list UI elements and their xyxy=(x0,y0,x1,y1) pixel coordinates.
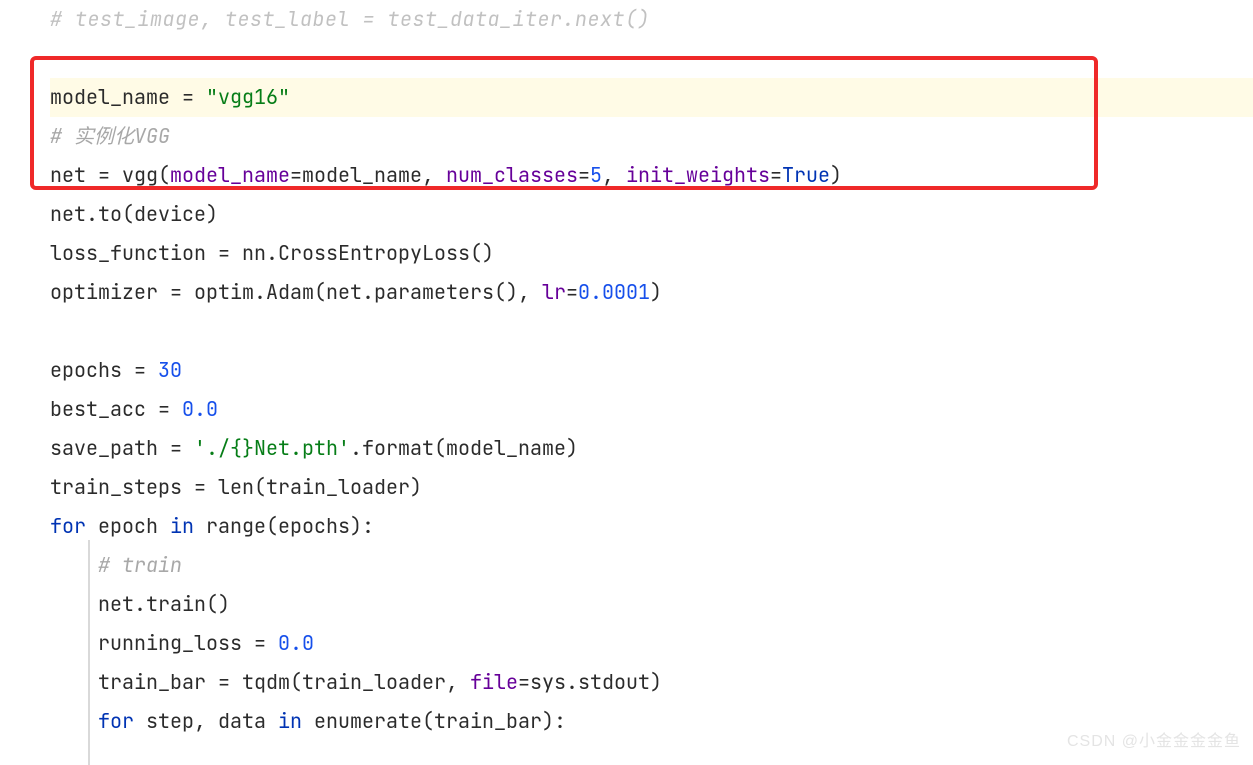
code-text: ) xyxy=(830,162,842,188)
blank-line xyxy=(50,312,1253,351)
code-line-model-name: model_name = "vgg16" xyxy=(50,78,1253,117)
code-text: ) xyxy=(650,279,662,305)
param-name: num_classes xyxy=(446,162,578,188)
code-text: range(epochs): xyxy=(194,513,374,539)
code-text: model_name = xyxy=(50,84,206,110)
code-text: best_acc = xyxy=(50,396,182,422)
code-text: , xyxy=(602,162,626,188)
code-line-net-train: net.train() xyxy=(50,585,1253,624)
blank-line xyxy=(50,39,1253,78)
string-literal: "vgg16" xyxy=(206,84,290,110)
code-block: # test_image, test_label = test_data_ite… xyxy=(0,0,1253,741)
number-literal: 5 xyxy=(590,162,602,188)
number-literal: 0.0 xyxy=(278,630,314,656)
number-literal: 30 xyxy=(158,357,182,383)
code-text: = xyxy=(566,279,578,305)
keyword: in xyxy=(170,513,194,539)
code-line-trainbar: train_bar = tqdm(train_loader, file=sys.… xyxy=(50,663,1253,702)
param-name: file xyxy=(470,669,518,695)
keyword: in xyxy=(278,708,302,734)
code-line-epochs: epochs = 30 xyxy=(50,351,1253,390)
string-literal: './{}Net.pth' xyxy=(194,435,350,461)
code-line-trainsteps: train_steps = len(train_loader) xyxy=(50,468,1253,507)
code-line-net-to: net.to(device) xyxy=(50,195,1253,234)
code-line-optimizer: optimizer = optim.Adam(net.parameters(),… xyxy=(50,273,1253,312)
code-text: train_bar = tqdm(train_loader, xyxy=(50,669,470,695)
code-text: =sys.stdout) xyxy=(518,669,662,695)
code-text: enumerate(train_bar): xyxy=(302,708,566,734)
code-text: step, data xyxy=(134,708,278,734)
code-text: save_path = xyxy=(50,435,194,461)
param-name: model_name xyxy=(170,162,290,188)
indent-guide xyxy=(88,540,90,765)
param-name: lr xyxy=(542,279,566,305)
code-line-for-epoch: for epoch in range(epochs): xyxy=(50,507,1253,546)
code-line-savepath: save_path = './{}Net.pth'.format(model_n… xyxy=(50,429,1253,468)
comment-text: # 实例化VGG xyxy=(50,123,170,149)
code-text: =model_name, xyxy=(290,162,446,188)
code-text: epochs = xyxy=(50,357,158,383)
keyword: for xyxy=(50,513,86,539)
code-line-net-vgg: net = vgg(model_name=model_name, num_cla… xyxy=(50,156,1253,195)
code-text: epoch xyxy=(86,513,170,539)
code-line-comment-vgg: # 实例化VGG xyxy=(50,117,1253,156)
code-text: = xyxy=(578,162,590,188)
code-text: running_loss = xyxy=(50,630,278,656)
code-text: .format(model_name) xyxy=(350,435,578,461)
code-line-comment-train: # train xyxy=(50,546,1253,585)
code-line-loss: loss_function = nn.CrossEntropyLoss() xyxy=(50,234,1253,273)
code-line-bestacc: best_acc = 0.0 xyxy=(50,390,1253,429)
code-text xyxy=(50,708,98,734)
number-literal: 0.0001 xyxy=(578,279,650,305)
code-text: optimizer = optim.Adam(net.parameters(), xyxy=(50,279,542,305)
comment-text: # train xyxy=(50,552,182,578)
boolean-literal: True xyxy=(782,162,830,188)
param-name: init_weights xyxy=(626,162,770,188)
number-literal: 0.0 xyxy=(182,396,218,422)
watermark-text: CSDN @小金金金金鱼 xyxy=(1067,726,1241,757)
keyword: for xyxy=(98,708,134,734)
code-line-comment-top: # test_image, test_label = test_data_ite… xyxy=(50,0,1253,39)
code-text: = xyxy=(770,162,782,188)
code-line-running-loss: running_loss = 0.0 xyxy=(50,624,1253,663)
code-text: net = vgg( xyxy=(50,162,170,188)
